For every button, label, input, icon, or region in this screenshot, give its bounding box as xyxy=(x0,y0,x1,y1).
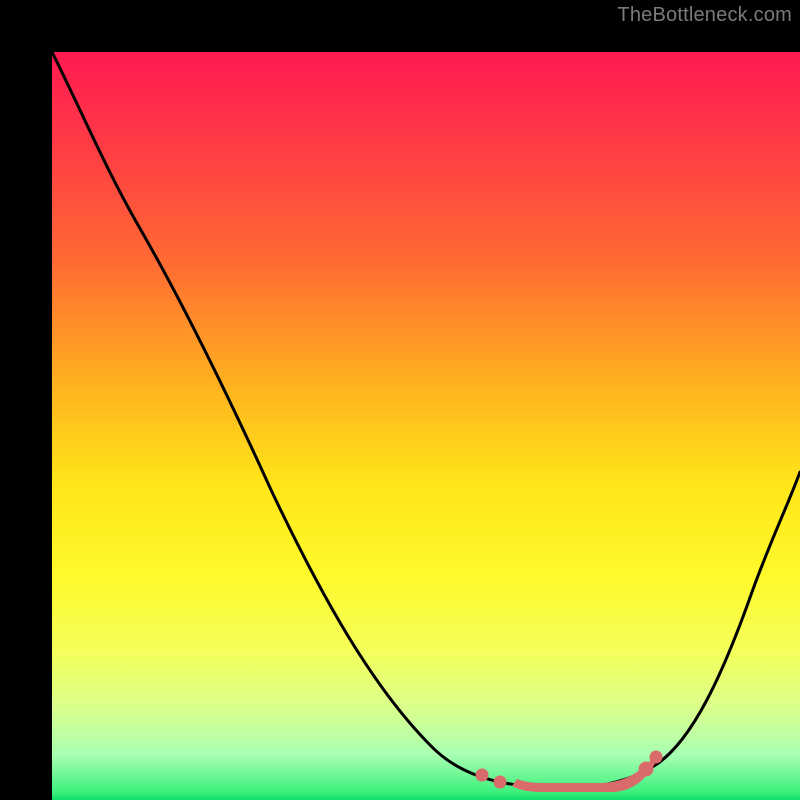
marker xyxy=(476,769,488,781)
bottleneck-curve xyxy=(52,52,800,788)
marker xyxy=(639,762,653,776)
chart-frame xyxy=(0,0,800,800)
marker-trough xyxy=(512,756,656,792)
gradient-background xyxy=(52,52,800,800)
marker xyxy=(494,776,506,788)
watermark-text: TheBottleneck.com xyxy=(617,4,792,27)
marker-group xyxy=(476,751,662,792)
curve-svg xyxy=(52,52,800,800)
marker xyxy=(650,751,662,763)
